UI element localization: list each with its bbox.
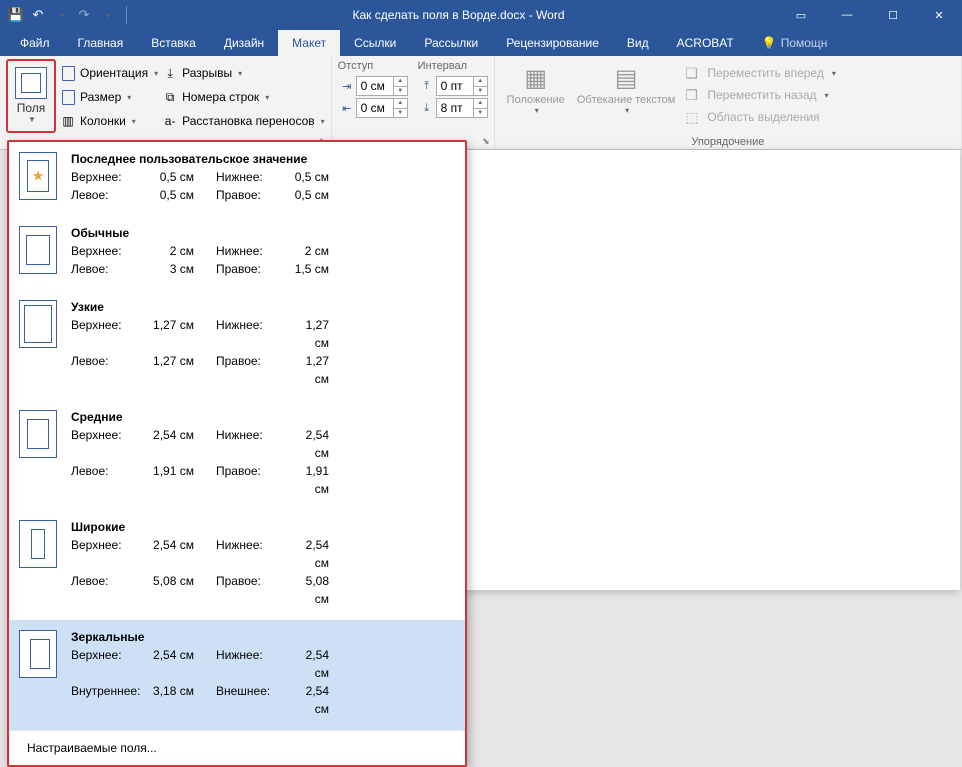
position-icon: ▦ (520, 62, 552, 94)
quick-access-toolbar: 💾 ↶ ▾ ↷ ▾ (0, 6, 139, 24)
space-before-icon: ⤒ (418, 77, 436, 95)
undo-icon[interactable]: ↶ (30, 7, 46, 23)
preset-title: Широкие (71, 520, 453, 534)
margins-preset-narrow[interactable]: Узкие Верхнее:1,27 см Нижнее:1,27 см Лев… (9, 290, 465, 400)
minimize-button[interactable]: — (824, 0, 870, 30)
margins-preset-last[interactable]: Последнее пользовательское значение Верх… (9, 142, 465, 216)
preset-title: Зеркальные (71, 630, 453, 644)
close-button[interactable]: ✕ (916, 0, 962, 30)
columns-icon: ▥ (60, 113, 76, 129)
line-numbers-icon: ⧉ (162, 89, 178, 105)
indent-left-input[interactable]: ⇥▲▼ (338, 76, 408, 96)
tab-mailings[interactable]: Рассылки (410, 30, 492, 56)
ribbon-options-icon[interactable]: ▭ (778, 0, 824, 30)
size-button[interactable]: Размер▾ (60, 86, 158, 108)
undo-more-icon[interactable]: ▾ (54, 7, 70, 23)
group-label: Упорядочение (495, 136, 961, 148)
line-numbers-button[interactable]: ⧉Номера строк▾ (162, 86, 325, 108)
redo-icon[interactable]: ↷ (76, 7, 92, 23)
preset-icon (19, 152, 57, 200)
ribbon-tabs: Файл Главная Вставка Дизайн Макет Ссылки… (0, 30, 962, 56)
preset-icon (19, 410, 57, 458)
preset-icon (19, 520, 57, 568)
position-button[interactable]: ▦Положение▾ (501, 59, 571, 133)
wrap-text-button[interactable]: ▤Обтекание текстом▾ (571, 59, 682, 133)
tab-review[interactable]: Рецензирование (492, 30, 613, 56)
margins-preset-mirror[interactable]: Зеркальные Верхнее:2,54 см Нижнее:2,54 с… (9, 620, 465, 730)
spacing-label: Интервал (418, 60, 488, 72)
qat-customize-icon[interactable]: ▾ (100, 7, 116, 23)
margins-dropdown: Последнее пользовательское значение Верх… (7, 140, 467, 767)
dialog-launcher-icon[interactable]: ⬊ (482, 136, 490, 147)
preset-title: Последнее пользовательское значение (71, 152, 453, 166)
title-bar: 💾 ↶ ▾ ↷ ▾ Как сделать поля в Ворде.docx … (0, 0, 962, 30)
hyphenation-button[interactable]: a-Расстановка переносов▾ (162, 110, 325, 132)
preset-title: Средние (71, 410, 453, 424)
breaks-icon: ⤓ (162, 65, 178, 81)
tab-references[interactable]: Ссылки (340, 30, 410, 56)
columns-button[interactable]: ▥Колонки▾ (60, 110, 158, 132)
preset-icon (19, 226, 57, 274)
space-after-icon: ⤓ (418, 99, 436, 117)
tab-design[interactable]: Дизайн (210, 30, 278, 56)
size-icon (60, 89, 76, 105)
group-paragraph: Отступ ⇥▲▼ ⇤▲▼ Интервал ⤒▲▼ ⤓▲▼ ⬊ (332, 56, 495, 149)
space-before-input[interactable]: ⤒▲▼ (418, 76, 488, 96)
tab-layout[interactable]: Макет (278, 30, 340, 56)
backward-icon: ❐ (685, 87, 701, 103)
indent-right-input[interactable]: ⇤▲▼ (338, 98, 408, 118)
tab-home[interactable]: Главная (64, 30, 138, 56)
space-after-input[interactable]: ⤓▲▼ (418, 98, 488, 118)
margins-icon (15, 67, 47, 99)
hyphenation-icon: a- (162, 113, 178, 129)
orientation-button[interactable]: Ориентация▾ (60, 62, 158, 84)
selection-pane-button[interactable]: ⬚Область выделения (681, 106, 840, 128)
wrap-icon: ▤ (610, 62, 642, 94)
margins-preset-wide[interactable]: Широкие Верхнее:2,54 см Нижнее:2,54 см Л… (9, 510, 465, 620)
indent-left-icon: ⇥ (338, 77, 356, 95)
forward-icon: ❏ (685, 65, 701, 81)
custom-margins-button[interactable]: Настраиваемые поля... (9, 731, 465, 765)
group-arrange: ▦Положение▾ ▤Обтекание текстом▾ ❏Перемес… (495, 56, 962, 149)
tab-file[interactable]: Файл (6, 30, 64, 56)
preset-title: Узкие (71, 300, 453, 314)
window-title: Как сделать поля в Ворде.docx - Word (139, 8, 778, 22)
chevron-down-icon: ▼ (28, 115, 36, 124)
orientation-icon (60, 65, 76, 81)
tab-acrobat[interactable]: ACROBAT (663, 30, 748, 56)
tab-view[interactable]: Вид (613, 30, 663, 56)
maximize-button[interactable]: ☐ (870, 0, 916, 30)
margins-button[interactable]: Поля ▼ (10, 63, 52, 124)
preset-icon (19, 630, 57, 678)
preset-icon (19, 300, 57, 348)
tab-insert[interactable]: Вставка (137, 30, 210, 56)
breaks-button[interactable]: ⤓Разрывы▾ (162, 62, 325, 84)
tell-me[interactable]: 💡Помощн (748, 30, 842, 56)
indent-label: Отступ (338, 60, 408, 72)
bulb-icon: 💡 (762, 36, 777, 50)
ribbon: Поля ▼ Ориентация▾ Размер▾ ▥Колонки▾ ⤓Ра… (0, 56, 962, 150)
indent-right-icon: ⇤ (338, 99, 356, 117)
selection-icon: ⬚ (685, 109, 701, 125)
send-backward-button[interactable]: ❐Переместить назад▾ (681, 84, 840, 106)
margins-preset-normal[interactable]: Обычные Верхнее:2 см Нижнее:2 см Левое:3… (9, 216, 465, 290)
margins-preset-medium[interactable]: Средние Верхнее:2,54 см Нижнее:2,54 см Л… (9, 400, 465, 510)
bring-forward-button[interactable]: ❏Переместить вперед▾ (681, 62, 840, 84)
save-icon[interactable]: 💾 (8, 7, 24, 23)
preset-title: Обычные (71, 226, 453, 240)
group-page-setup: Поля ▼ Ориентация▾ Размер▾ ▥Колонки▾ ⤓Ра… (0, 56, 332, 149)
